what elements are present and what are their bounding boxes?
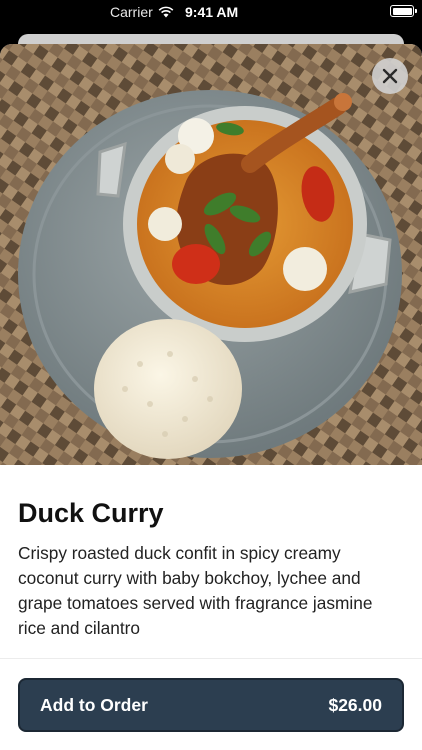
add-to-order-button[interactable]: Add to Order $26.00: [18, 678, 404, 732]
price-label: $26.00: [328, 694, 382, 715]
close-icon: [382, 68, 398, 84]
divider: [0, 658, 422, 659]
item-info: Duck Curry Crispy roasted duck confit in…: [18, 493, 404, 641]
item-title: Duck Curry: [18, 498, 164, 528]
dish-illustration: [0, 44, 422, 465]
dish-photo: [0, 44, 422, 465]
carrier-label: Carrier: [110, 4, 153, 20]
clock: 9:41 AM: [185, 4, 239, 20]
wifi-icon: [158, 6, 174, 18]
battery-icon: [390, 5, 417, 17]
status-bar: Carrier 9:41 AM: [0, 0, 422, 26]
item-description: Crispy roasted duck confit in spicy crea…: [18, 543, 373, 638]
item-detail-sheet: Duck Curry Crispy roasted duck confit in…: [0, 44, 422, 750]
close-button[interactable]: [372, 58, 408, 94]
add-to-order-label: Add to Order: [40, 694, 148, 715]
